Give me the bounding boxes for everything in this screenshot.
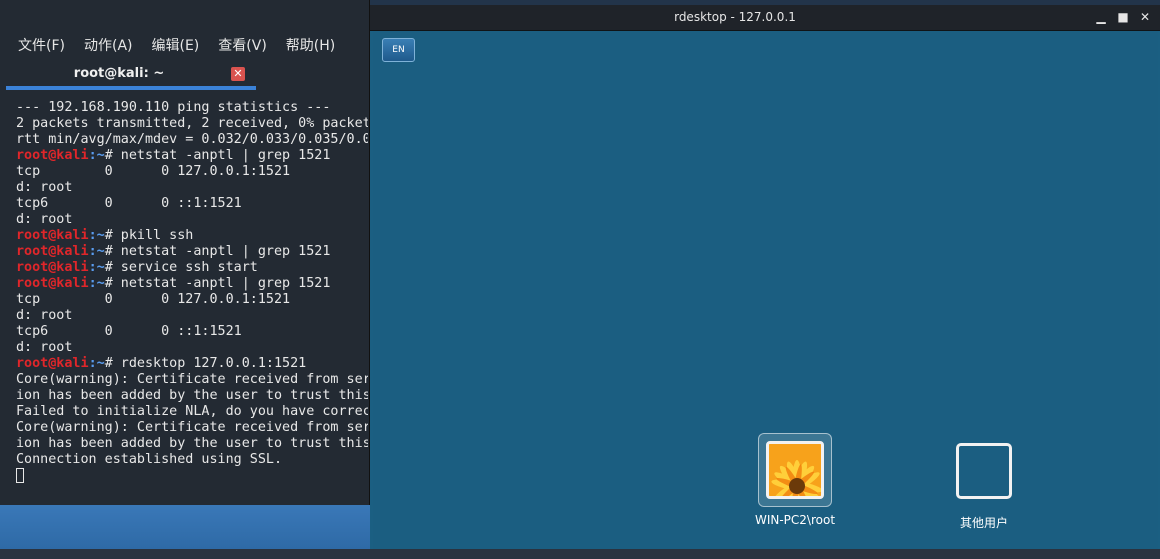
terminal-command-line: root@kali:~# service ssh start [16,260,368,276]
close-icon[interactable]: ✕ [231,67,245,81]
user-name-label: 其他用户 [959,516,1008,530]
prompt-path: :~ [88,228,105,243]
command-text: # service ssh start [104,260,258,275]
terminal-tabbar: root@kali: ~ ✕ [6,62,256,90]
blank-avatar-icon [956,443,1012,499]
terminal-output[interactable]: --- 192.168.190.110 ping statistics --- 2… [16,100,368,500]
terminal-output-line: d: root [16,212,73,227]
language-button[interactable]: EN [382,38,415,62]
terminal-tab[interactable]: root@kali: ~ ✕ [6,62,256,90]
terminal-output-line: d: root [16,340,73,355]
avatar-frame [758,433,832,507]
command-text: # netstat -anptl | grep 1521 [104,148,331,163]
terminal-output-line: Failed to initialize NLA, do you have co… [16,404,368,419]
active-tab-indicator [6,86,256,90]
terminal-output-line: Connection established using SSL. [16,452,283,467]
text-cursor [16,468,24,483]
bottom-panel [0,549,1160,559]
prompt-path: :~ [88,244,105,259]
terminal-menubar: 文件(F) 动作(A) 编辑(E) 查看(V) 帮助(H) [0,30,370,60]
terminal-tab-title: root@kali: ~ [73,66,165,81]
menu-view[interactable]: 查看(V) [218,35,267,55]
menu-file[interactable]: 文件(F) [18,35,65,55]
terminal-output-line: tcp 0 0 127.0.0.1:1521 [16,292,291,307]
remote-login-screen[interactable]: EN WIN-PC2\root 其他用户 [373,31,1158,549]
rdesktop-window[interactable]: rdesktop - 127.0.0.1 ▁ ■ ✕ EN WIN-PC2\ro… [370,5,1160,549]
prompt-user: root@kali [16,276,89,291]
user-tile-other[interactable]: 其他用户 [947,443,1021,531]
terminal-output-line: d: root [16,308,73,323]
terminal-output-line: d: root [16,180,73,195]
terminal-output-line: tcp6 0 0 ::1:1521 [16,324,242,339]
prompt-user: root@kali [16,260,89,275]
command-text: # netstat -anptl | grep 1521 [104,244,331,259]
user-name-label: WIN-PC2\root [754,513,836,527]
terminal-output-line: ion has been added by the user to trust … [16,388,368,403]
terminal-output-line: Core(warning): Certificate received from… [16,420,368,435]
rdesktop-titlebar[interactable]: rdesktop - 127.0.0.1 ▁ ■ ✕ [370,5,1160,31]
terminal-command-line: root@kali:~# netstat -anptl | grep 1521 [16,148,368,164]
terminal-command-line: root@kali:~# pkill ssh [16,228,368,244]
desktop-wallpaper-area [0,505,370,549]
close-icon[interactable]: ✕ [1138,10,1152,24]
terminal-output-line: Core(warning): Certificate received from… [16,372,368,387]
command-text: # netstat -anptl | grep 1521 [104,276,331,291]
terminal-command-line: root@kali:~# rdesktop 127.0.0.1:1521 [16,356,368,372]
command-text: # pkill ssh [104,228,194,243]
prompt-path: :~ [88,356,105,371]
terminal-cursor-line [16,468,368,485]
flower-avatar-icon [766,441,824,499]
terminal-output-line: --- 192.168.190.110 ping statistics --- [16,100,331,115]
user-tile-root[interactable]: WIN-PC2\root [755,433,835,527]
prompt-path: :~ [88,148,105,163]
terminal-output-line: rtt min/avg/max/mdev = 0.032/0.033/0.035… [16,132,368,147]
prompt-path: :~ [88,260,105,275]
window-title: rdesktop - 127.0.0.1 [674,10,796,24]
menu-help[interactable]: 帮助(H) [286,35,335,55]
prompt-user: root@kali [16,148,89,163]
prompt-user: root@kali [16,356,89,371]
command-text: # rdesktop 127.0.0.1:1521 [104,356,307,371]
terminal-output-line: tcp 0 0 127.0.0.1:1521 [16,164,291,179]
prompt-path: :~ [88,276,105,291]
terminal-window[interactable]: 文件(F) 动作(A) 编辑(E) 查看(V) 帮助(H) root@kali:… [0,0,370,505]
prompt-user: root@kali [16,244,89,259]
terminal-output-line: ion has been added by the user to trust … [16,436,368,451]
terminal-output-line: 2 packets transmitted, 2 received, 0% pa… [16,116,368,131]
maximize-icon[interactable]: ■ [1116,10,1130,24]
menu-action[interactable]: 动作(A) [84,35,133,55]
minimize-icon[interactable]: ▁ [1094,10,1108,24]
terminal-command-line: root@kali:~# netstat -anptl | grep 1521 [16,244,368,260]
prompt-user: root@kali [16,228,89,243]
terminal-command-line: root@kali:~# netstat -anptl | grep 1521 [16,276,368,292]
terminal-output-line: tcp6 0 0 ::1:1521 [16,196,242,211]
menu-edit[interactable]: 编辑(E) [152,35,200,55]
